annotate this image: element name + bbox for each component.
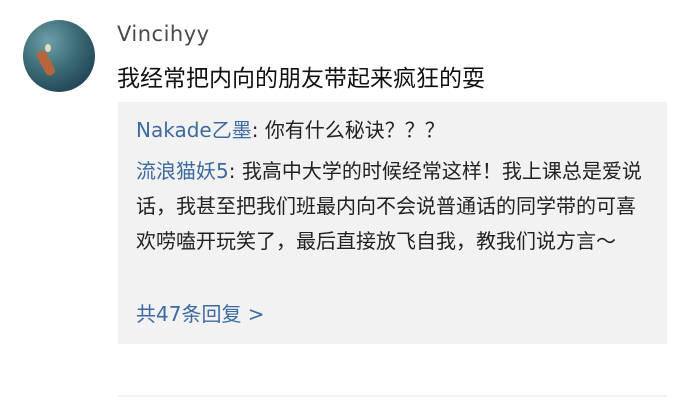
avatar[interactable]	[23, 20, 95, 92]
reply-item: 流浪猫妖5: 我高中大学的时候经常这样！我上课总是爱说话，我甚至把我们班最内向不…	[136, 154, 651, 259]
comment-username[interactable]: Vincihyy	[117, 22, 210, 46]
avatar-figure-head	[45, 44, 51, 52]
more-replies-link[interactable]: 共47条回复 >	[136, 298, 265, 327]
reply-author[interactable]: Nakade乙墨	[136, 118, 252, 142]
comment-text: 我经常把内向的朋友带起来疯狂的耍	[117, 66, 485, 92]
reply-text: 你有什么秘诀？？？	[264, 118, 445, 142]
reply-item: Nakade乙墨: 你有什么秘诀？？？	[136, 113, 651, 148]
replies-panel: Nakade乙墨: 你有什么秘诀？？？ 流浪猫妖5: 我高中大学的时候经常这样！…	[118, 102, 667, 344]
divider	[118, 395, 667, 397]
reply-author[interactable]: 流浪猫妖5	[136, 159, 229, 183]
avatar-figure	[35, 49, 57, 77]
comment-card: Vincihyy 我经常把内向的朋友带起来疯狂的耍 Nakade乙墨: 你有什么…	[0, 0, 690, 403]
reply-separator: :	[251, 118, 265, 142]
reply-separator: :	[228, 159, 242, 183]
